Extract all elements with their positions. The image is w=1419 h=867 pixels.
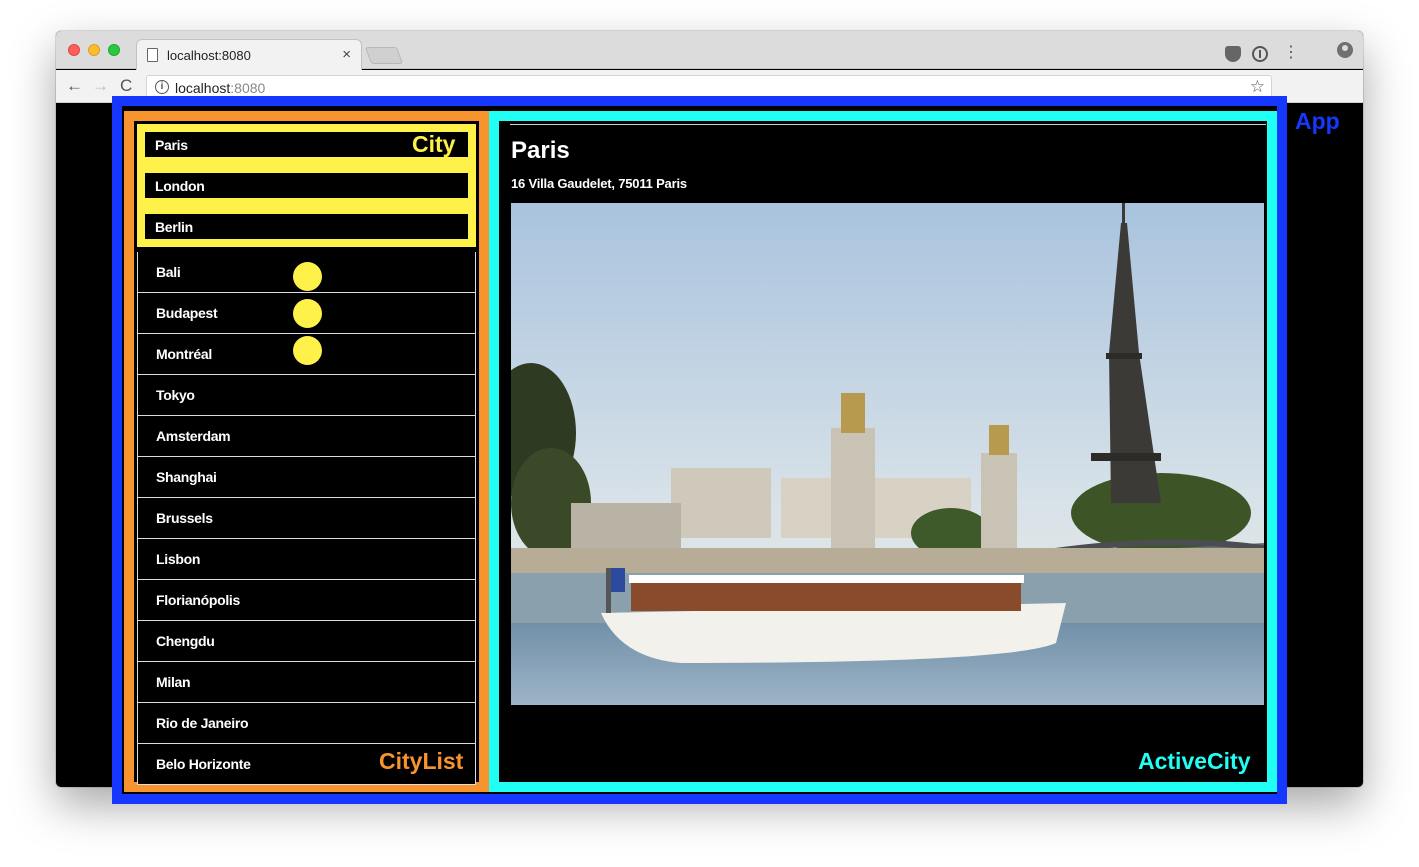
list-item[interactable]: Tokyo	[137, 375, 476, 416]
city-component-label: City	[412, 131, 456, 157]
list-item[interactable]: Shanghai	[137, 457, 476, 498]
url-host: localhost	[175, 80, 231, 96]
forward-button[interactable]: →	[92, 77, 109, 95]
browser-menu-icon[interactable]: ⋮	[1283, 44, 1299, 62]
browser-tab[interactable]: localhost:8080 ×	[136, 39, 362, 70]
active-city-title: Paris	[511, 137, 570, 164]
minimize-window-button[interactable]	[88, 44, 100, 56]
shield-extension-icon[interactable]	[1225, 46, 1241, 62]
active-city-address: 16 Villa Gaudelet, 75011 Paris	[511, 176, 687, 191]
yellow-dot	[293, 336, 322, 365]
info-extension-icon[interactable]	[1252, 46, 1268, 62]
profile-icon[interactable]	[1337, 42, 1353, 58]
list-item[interactable]: Lisbon	[137, 539, 476, 580]
list-item[interactable]: Rio de Janeiro	[137, 703, 476, 744]
list-item[interactable]: Berlin	[137, 206, 476, 247]
list-item[interactable]: Chengdu	[137, 621, 476, 662]
bookmark-star-icon[interactable]: ☆	[1250, 77, 1265, 97]
reload-button[interactable]: C	[120, 77, 132, 95]
active-city-label: ActiveCity	[1138, 748, 1251, 774]
yellow-dot	[293, 299, 322, 328]
close-window-button[interactable]	[68, 44, 80, 56]
city-photo	[511, 203, 1264, 705]
list-item[interactable]: Florianópolis	[137, 580, 476, 621]
info-icon[interactable]: i	[155, 80, 169, 94]
tab-close-icon[interactable]: ×	[342, 46, 351, 63]
app-label: App	[1295, 108, 1340, 134]
new-tab-button[interactable]	[364, 47, 404, 64]
list-item[interactable]: Milan	[137, 662, 476, 703]
tab-title: localhost:8080	[167, 48, 251, 63]
maximize-window-button[interactable]	[108, 44, 120, 56]
divider	[510, 124, 1266, 125]
url-text[interactable]: localhost:8080	[175, 80, 265, 96]
url-port: :8080	[230, 80, 266, 96]
list-item[interactable]: Brussels	[137, 498, 476, 539]
list-item[interactable]: London	[137, 165, 476, 206]
yellow-dot	[293, 262, 322, 291]
page-icon	[147, 48, 158, 62]
back-button[interactable]: ←	[66, 77, 83, 95]
city-list-label: CityList	[379, 748, 464, 774]
list-item[interactable]: Amsterdam	[137, 416, 476, 457]
title-bar: localhost:8080 ×	[56, 31, 1363, 70]
